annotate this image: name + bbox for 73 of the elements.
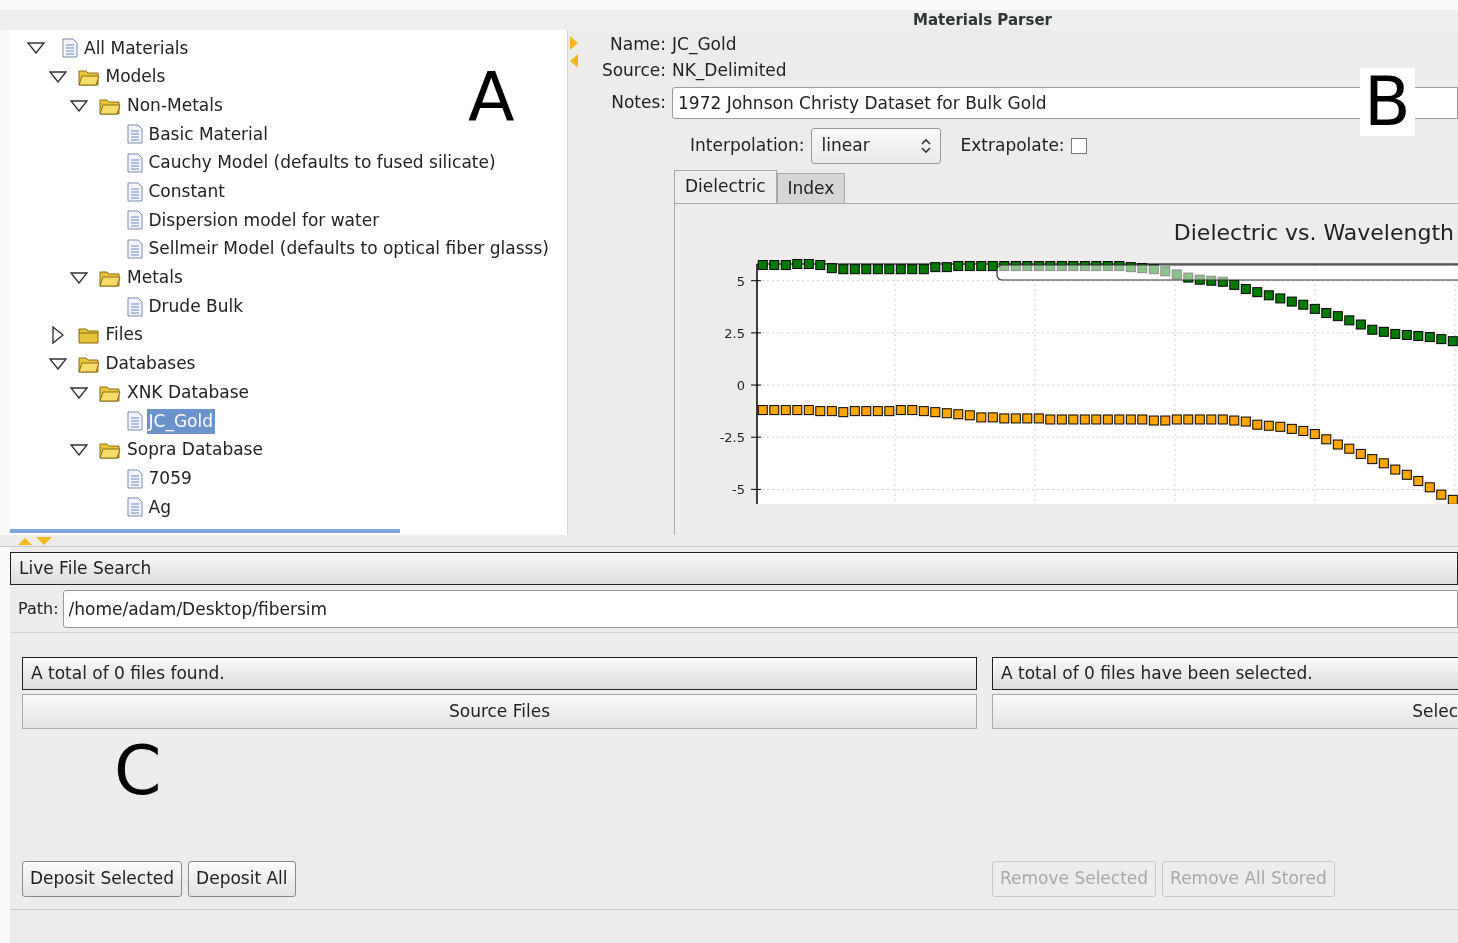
source-value: NK_Delimited: [672, 59, 787, 83]
panel-letter: A: [468, 64, 515, 132]
document-icon: [126, 239, 143, 260]
interpolation-select[interactable]: linear: [810, 128, 941, 164]
open-folder-icon: [99, 440, 121, 459]
path-field[interactable]: /home/adam/Desktop/fibersim: [62, 589, 1458, 628]
open-folder-icon: [99, 383, 121, 402]
tree-item[interactable]: Drude Bulk: [146, 293, 245, 320]
document-icon: [126, 153, 143, 174]
y-tick-label: -5: [732, 482, 745, 498]
tab[interactable]: Dielectric: [674, 170, 777, 203]
field-label: Path:: [18, 597, 59, 620]
expanded-arrow-icon[interactable]: [27, 42, 45, 55]
field-label: Source:: [600, 59, 666, 83]
tab[interactable]: Index: [776, 173, 846, 203]
window-title: Materials Parser: [913, 9, 1052, 31]
extrapolate-checkbox[interactable]: [1070, 138, 1087, 154]
tree-item[interactable]: XNK Database: [125, 379, 252, 406]
expanded-arrow-icon[interactable]: [70, 443, 88, 456]
expanded-arrow-icon[interactable]: [70, 271, 88, 284]
expanded-arrow-icon[interactable]: [70, 99, 88, 112]
document-icon: [126, 411, 143, 432]
open-folder-icon: [77, 68, 100, 87]
name-value: JC_Gold: [672, 33, 737, 57]
document-icon: [62, 38, 78, 59]
expanded-arrow-icon[interactable]: [70, 386, 88, 399]
column-header: Source Files: [22, 694, 977, 729]
up-down-chevron-icon: [919, 137, 932, 155]
y-tick-label: 0: [736, 378, 745, 394]
column-header: Selec: [992, 694, 1458, 729]
tree-item[interactable]: Databases: [103, 351, 198, 377]
document-icon: [126, 124, 143, 145]
tree-item[interactable]: Basic Material: [146, 121, 270, 148]
field-label: Interpolation:: [690, 134, 805, 158]
tree-item[interactable]: Dispersion model for water: [146, 207, 382, 234]
expanded-arrow-icon[interactable]: [48, 357, 67, 370]
horizontal-scrollbar[interactable]: [10, 529, 400, 533]
tree-item[interactable]: Sellmeir Model (defaults to optical fiber glasss): [146, 236, 551, 262]
tree-item[interactable]: Non-Metals: [125, 92, 225, 119]
field-label: Extrapolate:: [960, 134, 1065, 158]
document-icon: [126, 497, 143, 518]
y-tick-label: -2.5: [719, 430, 745, 446]
open-folder-icon: [99, 268, 121, 287]
tree-item[interactable]: Constant: [146, 179, 227, 205]
document-icon: [126, 296, 143, 317]
status-header: A total of 0 files found.: [22, 657, 977, 690]
document-icon: [126, 210, 143, 231]
tree-item[interactable]: Sopra Database: [125, 437, 265, 463]
panel-letter: B: [1360, 68, 1415, 136]
panel-letter: C: [114, 737, 162, 805]
tree-item[interactable]: All Materials: [82, 35, 191, 62]
tree-item[interactable]: Models: [103, 64, 168, 90]
status-header: A total of 0 files have been selected.: [992, 657, 1458, 690]
tree-item[interactable]: Cauchy Model (defaults to fused silicate): [146, 150, 498, 176]
expanded-arrow-icon[interactable]: [48, 71, 67, 84]
document-icon: [126, 468, 143, 489]
action-button[interactable]: Deposit Selected: [22, 861, 183, 897]
field-label: Notes:: [610, 91, 666, 115]
chart-title: Dielectric vs. Wavelength: [1173, 219, 1454, 247]
tree-item[interactable]: Metals: [125, 265, 185, 291]
tree-item[interactable]: Files: [103, 322, 145, 348]
document-icon: [126, 181, 143, 202]
field-label: Name:: [609, 33, 666, 57]
tree-item[interactable]: 7059: [146, 465, 194, 492]
y-tick-label: 5: [736, 273, 745, 289]
open-folder-icon: [77, 354, 100, 373]
collapsed-arrow-icon[interactable]: [51, 326, 64, 345]
section-header: Live File Search: [10, 552, 1458, 585]
folder-icon: [77, 326, 100, 345]
y-tick-label: 2.5: [724, 325, 745, 341]
open-folder-icon: [99, 96, 121, 115]
tree-item[interactable]: Ag: [146, 494, 173, 521]
action-button[interactable]: Deposit All: [188, 861, 296, 897]
